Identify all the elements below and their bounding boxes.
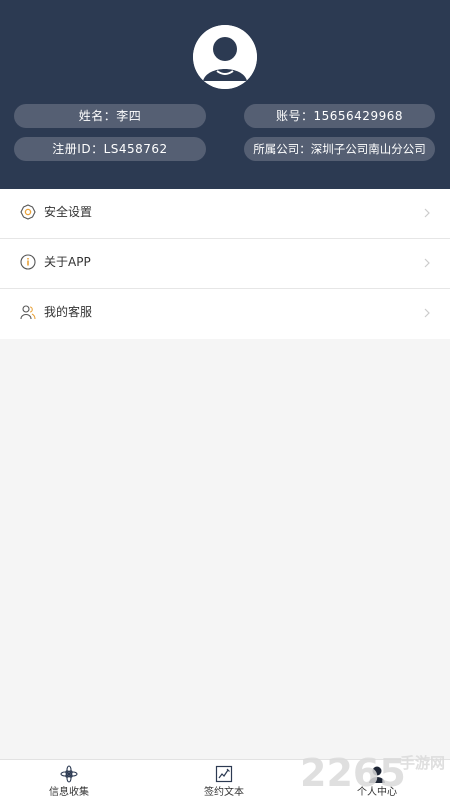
watermark-logo: 2265 手游网 [300,751,445,795]
avatar[interactable] [193,25,257,89]
menu-item-customer-service[interactable]: 我的客服 [0,289,450,338]
name-pill: 姓名：李四 [14,104,206,128]
register-id-pill: 注册ID：LS458762 [14,137,206,161]
menu-item-label: 安全设置 [44,205,93,219]
gear-icon [20,204,36,220]
settings-menu: 安全设置 关于APP 我的客服 [0,189,450,339]
account-pill: 账号：15656429968 [244,104,435,128]
menu-item-about[interactable]: 关于APP [0,239,450,289]
flower-icon [60,765,78,783]
svg-text:手游网: 手游网 [400,754,445,772]
tab-label: 信息收集 [49,787,89,798]
company-pill: 所属公司：深圳子公司南山分公司 [244,137,435,161]
chevron-right-icon [424,258,430,268]
menu-item-security[interactable]: 安全设置 [0,189,450,239]
service-icon [20,305,36,320]
menu-item-label: 我的客服 [44,305,93,319]
menu-item-label: 关于APP [44,255,91,269]
info-icon [20,254,36,270]
tab-info-collection[interactable]: 信息收集 [19,760,119,801]
tab-sign-document[interactable]: 签约文本 [174,760,274,801]
chevron-right-icon [424,308,430,318]
svg-text:2265: 2265 [300,751,406,795]
avatar-icon [193,25,257,89]
tab-label: 签约文本 [204,787,244,798]
sign-document-icon [215,765,233,783]
profile-header: 姓名：李四 账号：15656429968 注册ID：LS458762 所属公司：… [0,0,450,189]
chevron-right-icon [424,208,430,218]
